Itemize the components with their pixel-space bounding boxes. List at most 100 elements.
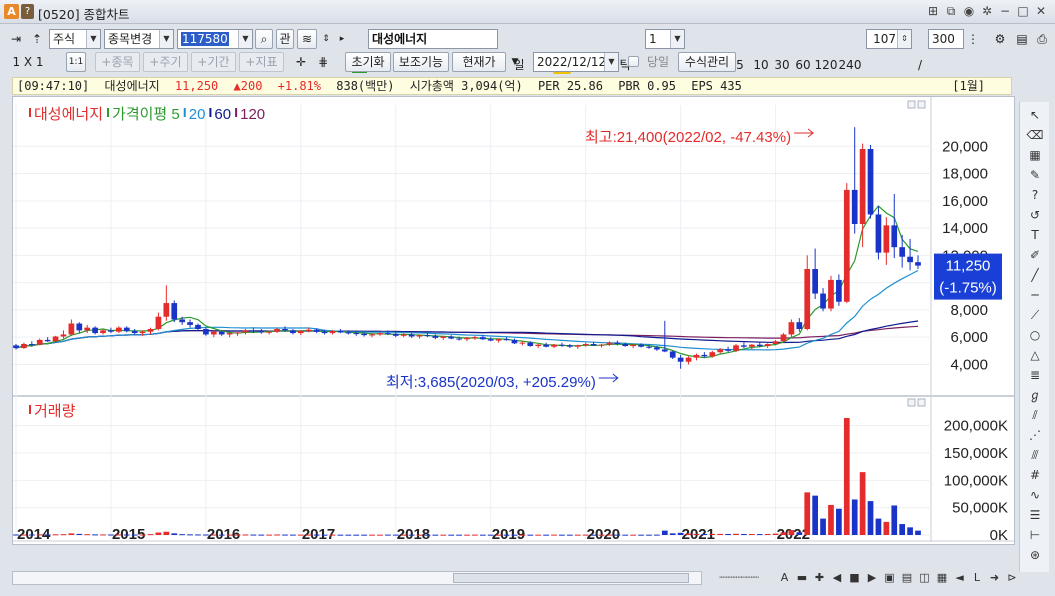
stop-icon[interactable]: ■: [848, 570, 862, 586]
chart-type-icon[interactable]: ◫: [918, 570, 932, 586]
auto-icon[interactable]: ⊛: [1025, 546, 1045, 564]
select-all-icon[interactable]: ▦: [1025, 146, 1045, 164]
chevron-down-icon[interactable]: ▼: [238, 30, 252, 48]
up-down-spinner-icon[interactable]: ⇕: [319, 29, 333, 49]
interval-select[interactable]: 1 ▼: [645, 29, 685, 49]
settings-icon[interactable]: ✲: [979, 3, 995, 19]
zoom-in-icon[interactable]: ✚: [813, 570, 827, 586]
add-period-button[interactable]: +주기: [143, 52, 188, 72]
search-icon[interactable]: ⌕: [255, 29, 273, 49]
table-icon[interactable]: ▦: [935, 570, 949, 586]
minimize-button[interactable]: −: [997, 3, 1013, 19]
maximize-button[interactable]: □: [1015, 3, 1031, 19]
chevron-down-icon[interactable]: ▼: [159, 30, 173, 48]
code-change-select[interactable]: 종목변경 ▼: [104, 29, 174, 49]
formula-manager-button[interactable]: 수식관리: [678, 52, 736, 72]
camera-icon[interactable]: ◉: [961, 3, 977, 19]
volume-bar: [804, 492, 811, 535]
price-volume-chart[interactable]: 4,0006,0008,00010,00012,00014,00016,0001…: [13, 97, 1014, 544]
current-price-button[interactable]: 현재가: [452, 52, 506, 72]
volume-bar: [669, 533, 676, 535]
stock-code-input[interactable]: 117580 ▼: [177, 29, 253, 49]
fibonacci-icon[interactable]: ≣: [1025, 366, 1045, 384]
wave-icon[interactable]: ∿: [1025, 486, 1045, 504]
horizontal-line-icon[interactable]: ─: [1025, 286, 1045, 304]
link-icon[interactable]: ⇥: [6, 29, 26, 49]
add-stock-button[interactable]: +종목: [95, 52, 140, 72]
gann-icon[interactable]: ℊ: [1025, 386, 1045, 404]
candle-body: [843, 189, 850, 302]
forward-icon[interactable]: ➜: [988, 570, 1002, 586]
chevron-down-icon[interactable]: ▼: [508, 52, 522, 72]
ruler-icon[interactable]: ⊢: [1025, 526, 1045, 544]
dropdown-arrow-icon[interactable]: ▸: [336, 29, 348, 49]
save-icon[interactable]: ▤: [1012, 29, 1032, 49]
last-icon[interactable]: L: [970, 570, 984, 586]
candle-body: [527, 342, 534, 347]
crosshair-icon[interactable]: ✛: [291, 52, 311, 72]
candle-body: [408, 334, 415, 337]
triangle-tool-icon[interactable]: △: [1025, 346, 1045, 364]
count-stepper[interactable]: 107 ⇕: [866, 29, 912, 49]
cursor-icon[interactable]: ↖: [1025, 106, 1045, 124]
diagonal-line-icon[interactable]: ⟋: [1025, 306, 1045, 324]
gear-icon[interactable]: ⚙: [990, 29, 1010, 49]
back-icon[interactable]: ◄: [953, 570, 967, 586]
circle-tool-icon[interactable]: ○: [1025, 326, 1045, 344]
scroll-right-icon[interactable]: ▶: [865, 570, 879, 586]
zoom-out-icon[interactable]: ▬: [795, 570, 809, 586]
chevron-down-icon[interactable]: ▼: [670, 30, 684, 48]
watchlist-button[interactable]: 관: [276, 29, 294, 49]
zoom-slider-icon[interactable]: ┈┈┈┈┈┈: [704, 570, 774, 586]
print-icon[interactable]: ⎙: [1032, 29, 1052, 49]
candle-body: [772, 341, 779, 344]
chart-scrollbar[interactable]: [12, 571, 702, 585]
line-tool-icon[interactable]: ╱: [1025, 266, 1045, 284]
chart-panel[interactable]: 4,0006,0008,00010,00012,00014,00016,0001…: [12, 96, 1015, 545]
layout-icon[interactable]: ⊞: [925, 3, 941, 19]
save-image-icon[interactable]: ▤: [900, 570, 914, 586]
volume-bar: [266, 534, 273, 536]
chevron-down-icon[interactable]: ▼: [604, 53, 618, 71]
pin-icon[interactable]: ⇡: [28, 29, 46, 49]
candle-body: [250, 330, 257, 332]
help-icon[interactable]: ?: [21, 4, 34, 19]
question-icon[interactable]: ?: [1025, 186, 1045, 204]
scrollbar-thumb[interactable]: [453, 573, 689, 583]
chevron-down-icon[interactable]: ▼: [86, 30, 100, 48]
copy-window-icon[interactable]: ⧉: [943, 3, 959, 19]
add-indicator-button[interactable]: +지표: [239, 52, 284, 72]
undo-icon[interactable]: ↺: [1025, 206, 1045, 224]
next-icon[interactable]: ⊳: [1005, 570, 1019, 586]
add-range-button[interactable]: +기간: [191, 52, 236, 72]
scroll-left-icon[interactable]: ◀: [830, 570, 844, 586]
edit-icon[interactable]: ✎: [1025, 166, 1045, 184]
candle-body: [725, 349, 731, 351]
fan-lines-icon[interactable]: ⋰: [1025, 426, 1045, 444]
grid-icon[interactable]: ⋕: [313, 52, 333, 72]
market-select[interactable]: 주식 ▼: [49, 29, 101, 49]
close-button[interactable]: ✕: [1033, 3, 1049, 19]
grid-lines-icon[interactable]: #: [1025, 466, 1045, 484]
date-picker[interactable]: 2022/12/12 ▼: [533, 52, 619, 72]
pencil-icon[interactable]: ✐: [1025, 246, 1045, 264]
volume-bar: [543, 534, 549, 536]
period-unit-label[interactable]: [1월]: [952, 78, 985, 94]
reset-button[interactable]: 초기화: [345, 52, 391, 72]
channel-icon[interactable]: ⫽: [1025, 406, 1045, 424]
stack-icon[interactable]: ≋: [297, 29, 317, 49]
parallel-lines-icon[interactable]: ⫻: [1025, 446, 1045, 464]
aux-functions-button[interactable]: 보조기능: [393, 52, 449, 72]
today-checkbox[interactable]: [628, 56, 639, 67]
menu-icon[interactable]: ⋮: [966, 29, 980, 49]
ratio-button[interactable]: 1:1: [66, 52, 86, 72]
text-tool-icon[interactable]: T: [1025, 226, 1045, 244]
spinner-icon[interactable]: ⇕: [897, 30, 911, 48]
list-icon[interactable]: ☰: [1025, 506, 1045, 524]
eraser-icon[interactable]: ⌫: [1025, 126, 1045, 144]
layout-selector[interactable]: 1 X 1: [10, 52, 46, 72]
font-icon[interactable]: A: [778, 570, 792, 586]
excel-icon[interactable]: ▣: [883, 570, 897, 586]
count-total-field[interactable]: 300: [928, 29, 964, 49]
candle-body: [171, 303, 178, 320]
